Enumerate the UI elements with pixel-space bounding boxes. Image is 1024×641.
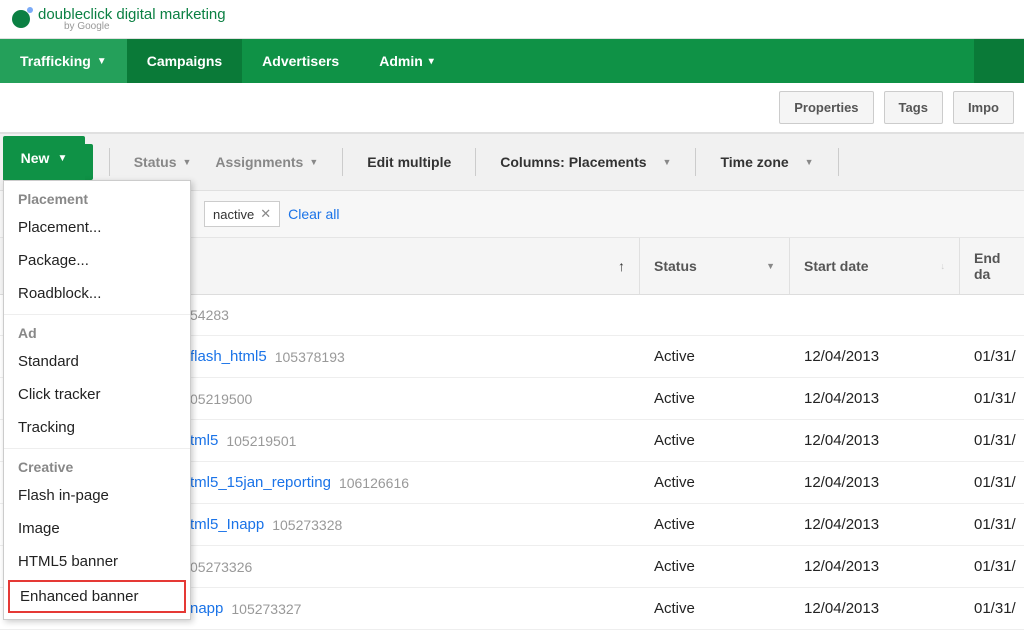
row-end: 01/31/ [960,546,1024,587]
caret-down-icon: ▼ [663,157,672,167]
row-status: Active [640,420,790,461]
sub-toolbar: Properties Tags Impo [0,83,1024,133]
properties-button[interactable]: Properties [779,91,873,124]
dd-package[interactable]: Package... [4,244,190,277]
col-start-label: Start date [804,258,869,274]
dd-tracking[interactable]: Tracking [4,411,190,444]
dd-roadblock[interactable]: Roadblock... [4,277,190,310]
caret-down-icon: ▼ [309,157,318,167]
nav-admin-label: Admin [379,53,423,69]
caret-down-icon: ▼ [805,157,814,167]
nav-trafficking-label: Trafficking [20,53,91,69]
new-dropdown: Placement Placement... Package... Roadbl… [3,180,191,620]
row-status: Active [640,504,790,545]
columns-label: Columns: Placements [500,154,646,170]
tags-button[interactable]: Tags [884,91,943,124]
col-status-label: Status [654,258,697,274]
col-status[interactable]: Status ▼ [640,238,790,294]
row-end: 01/31/ [960,420,1024,461]
close-icon[interactable]: ✕ [260,206,271,222]
dd-image[interactable]: Image [4,512,190,545]
dd-enhanced-banner[interactable]: Enhanced banner [8,580,186,613]
row-start: 12/04/2013 [790,420,960,461]
divider [109,148,110,176]
logo-icon [12,10,30,28]
caret-down-icon: ▼ [183,157,192,167]
sort-icon: ↓ [941,261,946,271]
dd-flash-inpage[interactable]: Flash in-page [4,479,190,512]
dd-section-placement: Placement [4,181,190,211]
row-start: 12/04/2013 [790,588,960,629]
row-status: Active [640,546,790,587]
divider [695,148,696,176]
row-end: 01/31/ [960,462,1024,503]
caret-down-icon: ▼ [97,56,107,67]
nav-admin[interactable]: Admin ▾ [359,39,454,83]
caret-down-icon: ▾ [429,56,434,67]
timezone-label: Time zone [720,154,788,170]
new-button-open[interactable]: New ▼ [3,136,85,180]
divider [838,148,839,176]
row-status: Active [640,378,790,419]
row-end: 01/31/ [960,336,1024,377]
divider [342,148,343,176]
row-start: 12/04/2013 [790,504,960,545]
dd-placement[interactable]: Placement... [4,211,190,244]
caret-down-icon: ▼ [766,261,775,271]
clear-all-link[interactable]: Clear all [288,206,339,222]
main-nav: Trafficking ▼ Campaigns Advertisers Admi… [0,39,1024,83]
col-start-date[interactable]: Start date ↓ [790,238,960,294]
sort-asc-icon: ↑ [618,258,625,274]
edit-multiple-button[interactable]: Edit multiple [359,148,459,176]
assignments-label: Assignments [215,154,303,170]
filter-chip-inactive[interactable]: nactive ✕ [204,201,280,227]
nav-end-block [974,39,1024,83]
col-end-label: End da [974,250,1010,282]
row-end: 01/31/ [960,378,1024,419]
nav-trafficking[interactable]: Trafficking ▼ [0,39,127,83]
status-filter[interactable]: Status ▼ [126,148,200,176]
row-end: 01/31/ [960,504,1024,545]
nav-advertisers[interactable]: Advertisers [242,39,359,83]
chip-label: nactive [213,207,254,222]
logo-subtext: by Google [64,21,226,32]
nav-campaigns[interactable]: Campaigns [127,39,242,83]
dd-section-ad: Ad [4,315,190,345]
columns-selector[interactable]: Columns: Placements ▼ [492,148,679,176]
col-end-date[interactable]: End da [960,238,1024,294]
import-button[interactable]: Impo [953,91,1014,124]
row-start: 12/04/2013 [790,462,960,503]
row-status: Active [640,336,790,377]
assignments-filter[interactable]: Assignments ▼ [207,148,326,176]
row-start: 12/04/2013 [790,378,960,419]
dd-section-creative: Creative [4,449,190,479]
status-label: Status [134,154,177,170]
logo-bar: doubleclick digital marketing by Google [0,0,1024,39]
row-status: Active [640,462,790,503]
dd-html5-banner[interactable]: HTML5 banner [4,545,190,578]
row-end: 01/31/ [960,588,1024,629]
caret-down-icon: ▼ [57,153,67,164]
row-status: Active [640,588,790,629]
divider [475,148,476,176]
timezone-selector[interactable]: Time zone ▼ [712,148,821,176]
dd-click-tracker[interactable]: Click tracker [4,378,190,411]
dd-standard[interactable]: Standard [4,345,190,378]
row-start: 12/04/2013 [790,336,960,377]
row-start: 12/04/2013 [790,546,960,587]
